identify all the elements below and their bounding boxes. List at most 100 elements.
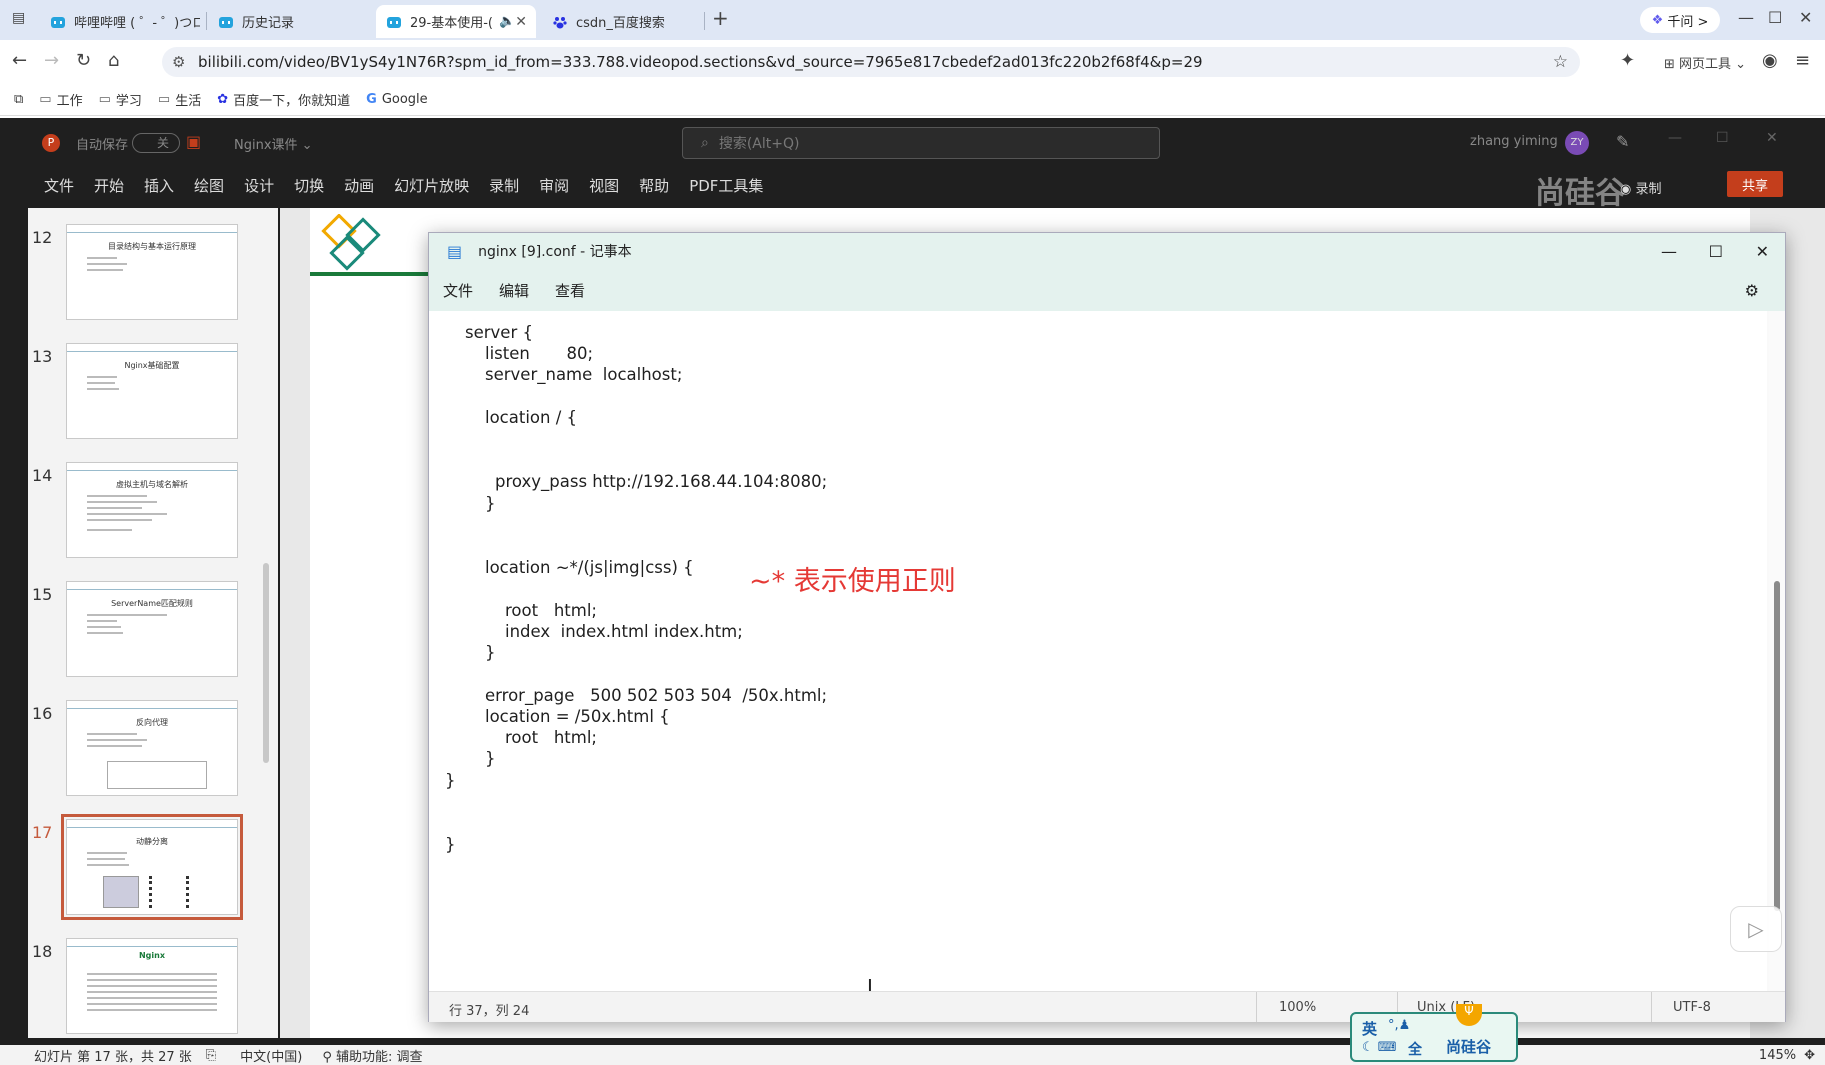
fit-slide-icon[interactable]: ✥ (1804, 1048, 1815, 1063)
notes-icon[interactable]: ⎘ (206, 1048, 216, 1063)
notepad-text-area[interactable]: server { listen 80; server_name localhos… (429, 311, 1767, 999)
autosave-toggle[interactable]: 关 (132, 133, 180, 153)
brand-name: 尚硅谷 (1446, 1038, 1492, 1056)
minimize-icon[interactable]: — (1738, 8, 1754, 27)
file-name[interactable]: Nginx课件 ⌄ (234, 134, 313, 153)
ribbon-tab-slideshow[interactable]: 幻灯片放映 (394, 175, 469, 196)
ribbon-tab-home[interactable]: 开始 (94, 175, 124, 196)
reload-icon[interactable]: ↻ (76, 50, 91, 71)
bookmark-study[interactable]: ▭ 学习 (99, 90, 142, 109)
ppt-close-icon[interactable]: ✕ (1766, 130, 1778, 146)
ribbon-tab-help[interactable]: 帮助 (639, 175, 669, 196)
thumb-line (87, 745, 142, 747)
ribbon-tab-insert[interactable]: 插入 (144, 175, 174, 196)
close-window-icon[interactable]: ✕ (1799, 8, 1812, 27)
user-name: zhang yiming (1470, 134, 1558, 149)
ime-mode[interactable]: 英 (1362, 1018, 1377, 1039)
thumb-line (87, 257, 117, 259)
tab-history[interactable]: 历史记录 (208, 5, 368, 38)
notepad-maximize-icon[interactable]: ☐ (1709, 242, 1723, 261)
tab-csdn-search[interactable]: csdn_百度搜索 (542, 5, 712, 38)
ribbon-tab-view[interactable]: 视图 (589, 175, 619, 196)
profile-icon[interactable]: ◉ (1762, 50, 1778, 71)
folder-icon: ▭ (98, 92, 111, 107)
ribbon-tab-draw[interactable]: 绘图 (194, 175, 224, 196)
tab-bilibili-home[interactable]: 哔哩哔哩 ( ゜- ゜)つロ (40, 5, 200, 38)
bookmark-label: 工作 (56, 94, 83, 109)
ribbon-tab-review[interactable]: 审阅 (539, 175, 569, 196)
regex-annotation: ~* 表示使用正则 (749, 566, 956, 597)
share-button[interactable]: 共享 (1727, 171, 1783, 197)
ribbon-tab-file[interactable]: 文件 (44, 175, 74, 196)
close-tab-icon[interactable]: ✕ (515, 14, 527, 30)
language-status[interactable]: 中文(中国) (240, 1046, 302, 1065)
slide-number: 15 (32, 585, 53, 604)
menu-icon[interactable]: ≡ (1795, 50, 1810, 71)
notepad-close-icon[interactable]: ✕ (1756, 242, 1769, 261)
ppt-search-box[interactable]: ⌕ 搜索(Alt+Q) (682, 127, 1160, 159)
record-button[interactable]: ◉ 录制 (1620, 178, 1662, 197)
bookmark-life[interactable]: ▭ 生活 (158, 90, 201, 109)
ribbon-tab-pdf-tools[interactable]: PDF工具集 (689, 175, 763, 196)
web-tools-button[interactable]: ⊞ 网页工具 ⌄ (1664, 53, 1746, 72)
notepad-minimize-icon[interactable]: — (1661, 242, 1677, 261)
thumb-title: 动静分离 (136, 837, 168, 846)
back-icon[interactable]: ← (12, 50, 27, 71)
slide-thumbnail[interactable]: Nginx基础配置 (66, 343, 238, 439)
new-tab-button[interactable]: + (712, 6, 729, 30)
forward-icon[interactable]: → (44, 50, 59, 71)
accessibility-status[interactable]: ⚲ 辅助功能: 调查 (322, 1046, 422, 1065)
maximize-icon[interactable]: ☐ (1768, 8, 1782, 27)
ribbon-tab-animations[interactable]: 动画 (344, 175, 374, 196)
thumb-header (67, 225, 237, 233)
slide-thumbnail[interactable]: Nginx (66, 938, 238, 1034)
ime-user-icon[interactable]: °,♟ (1388, 1018, 1410, 1033)
tab-groups-icon[interactable]: ⧉ (14, 92, 23, 107)
notepad-scrollbar[interactable] (1769, 311, 1785, 991)
extensions-icon[interactable]: ✦ (1620, 50, 1635, 71)
google-icon: G (366, 92, 377, 107)
ribbon-tab-design[interactable]: 设计 (244, 175, 274, 196)
bookmark-google[interactable]: G Google (366, 92, 428, 107)
slide-thumbnail[interactable]: 反向代理 (66, 700, 238, 796)
ppt-maximize-icon[interactable]: ☐ (1716, 130, 1729, 146)
ime-toolbar[interactable]: 英 °,♟ ☾ ⌨ 全 Ψ 尚硅谷 (1350, 1004, 1518, 1062)
qianwen-label: 千问 > (1667, 14, 1709, 30)
scrollbar-thumb[interactable] (263, 563, 269, 763)
web-tools-label: 网页工具 (1679, 57, 1732, 72)
ppt-minimize-icon[interactable]: — (1668, 130, 1682, 146)
bookmark-work[interactable]: ▭ 工作 (39, 90, 82, 109)
save-icon[interactable]: ▣ (186, 132, 201, 151)
site-info-icon[interactable]: ⚙ (172, 53, 185, 71)
ime-keyboard-icon[interactable]: ☾ ⌨ (1362, 1040, 1397, 1055)
tab-video-active[interactable]: 29-基本使用-( 🔈 ✕ (376, 5, 536, 38)
play-icon[interactable]: ▷ (1730, 906, 1782, 952)
avatar[interactable]: ZY (1565, 131, 1589, 155)
thumbnail-scrollbar[interactable] (258, 208, 274, 1038)
ime-full-width[interactable]: 全 (1408, 1039, 1422, 1059)
ribbon-tab-record[interactable]: 录制 (489, 175, 519, 196)
code-line: server { (465, 323, 533, 342)
url-bar[interactable]: ⚙ bilibili.com/video/BV1yS4y1N76R?spm_id… (162, 47, 1580, 77)
menu-file[interactable]: 文件 (443, 280, 473, 301)
home-icon[interactable]: ⌂ (108, 50, 119, 71)
settings-gear-icon[interactable]: ⚙ (1745, 281, 1759, 300)
bookmark-star-icon[interactable]: ☆ (1553, 52, 1568, 72)
qianwen-button[interactable]: ❖ 千问 > (1640, 7, 1720, 33)
ribbon-tab-transitions[interactable]: 切换 (294, 175, 324, 196)
menu-edit[interactable]: 编辑 (499, 280, 529, 301)
slide-thumbnail[interactable]: 虚拟主机与域名解析 (66, 462, 238, 558)
zoom-level[interactable]: 145% (1759, 1048, 1796, 1063)
slide-thumbnail[interactable]: ServerName匹配规则 (66, 581, 238, 677)
thumb-line (87, 979, 217, 981)
menu-view[interactable]: 查看 (555, 280, 585, 301)
slide-number: 12 (32, 228, 53, 247)
slide-thumbnail[interactable]: 目录结构与基本运行原理 (66, 224, 238, 320)
tab-search-icon[interactable]: ▤ (12, 10, 25, 26)
bookmark-baidu[interactable]: ✿ 百度一下，你就知道 (217, 90, 350, 109)
thumb-title: 反向代理 (136, 718, 168, 727)
slide-thumbnail-selected[interactable]: 动静分离 (61, 814, 243, 920)
pen-icon[interactable]: ✎ (1616, 132, 1629, 151)
speaker-icon[interactable]: 🔈 (499, 14, 515, 29)
scrollbar-thumb[interactable] (1774, 581, 1780, 911)
